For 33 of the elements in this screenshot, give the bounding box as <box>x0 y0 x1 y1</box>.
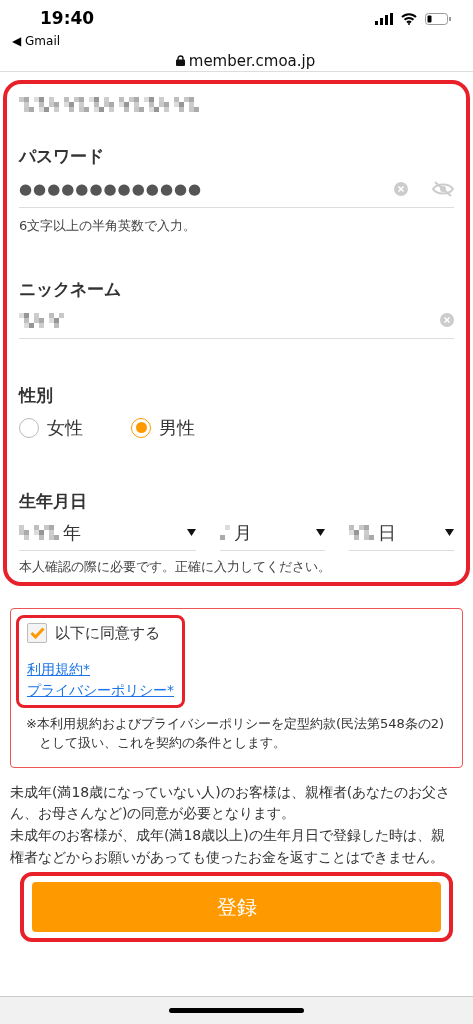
date-select[interactable]: 年 <box>19 514 196 551</box>
clear-icon[interactable] <box>394 182 408 196</box>
agree-checkbox[interactable]: 以下に同意する <box>27 622 174 645</box>
clear-icon[interactable] <box>440 313 454 327</box>
dropdown-arrow-icon <box>315 528 325 536</box>
hint-text: 本人確認の際に必要です。正確に入力してください。 <box>19 557 332 576</box>
terms-link[interactable]: プライバシーポリシー* <box>27 679 174 701</box>
time-text: 19:40 <box>40 7 95 30</box>
lock-icon <box>175 55 185 67</box>
address-text[interactable]: member.cmoa.jp <box>188 49 316 72</box>
checkmark-icon <box>29 627 45 640</box>
radio-option[interactable]: 男性 <box>131 414 195 441</box>
dropdown-arrow-icon <box>445 528 454 536</box>
date-select[interactable]: 日 <box>348 514 454 551</box>
hint-text: 6文字以上の半角英数で入力。 <box>19 216 198 235</box>
notice-text: 未成年のお客様が、成年(満18歳以上)の生年月日で登録した時は、親権者などからお願いがあっても使ったお金を返すことはできません。 <box>10 825 446 867</box>
notice-text: 未成年(満18歳になっていない人)のお客様は、親権者(あなたのお父さん、お母さんなど)の同意が必要となります。 <box>10 782 452 824</box>
field-label: 性別 <box>19 383 54 407</box>
password-field[interactable]: ●●●●●●●●●●●●● <box>19 171 454 208</box>
field-label: パスワード <box>19 145 105 168</box>
radio-option[interactable]: 女性 <box>19 414 83 441</box>
visibility-toggle-icon[interactable] <box>432 181 454 197</box>
battery-icon <box>425 12 451 25</box>
date-select[interactable]: 月 <box>219 514 325 551</box>
field-label: 生年月日 <box>19 490 88 513</box>
wifi-icon <box>401 12 417 25</box>
note-text: ※本利用規約およびプライバシーポリシーを定型約款(民法第548条の2)として扱い、これを契約の条件とします。 <box>26 714 446 752</box>
back-link[interactable]: ◀ Gmail <box>12 31 451 50</box>
field-label: ニックネーム <box>19 278 122 301</box>
signal-icon <box>375 12 393 25</box>
terms-link[interactable]: 利用規約* <box>27 658 90 680</box>
password-dots: ●●●●●●●●●●●●● <box>19 178 203 200</box>
dropdown-arrow-icon <box>186 528 196 536</box>
